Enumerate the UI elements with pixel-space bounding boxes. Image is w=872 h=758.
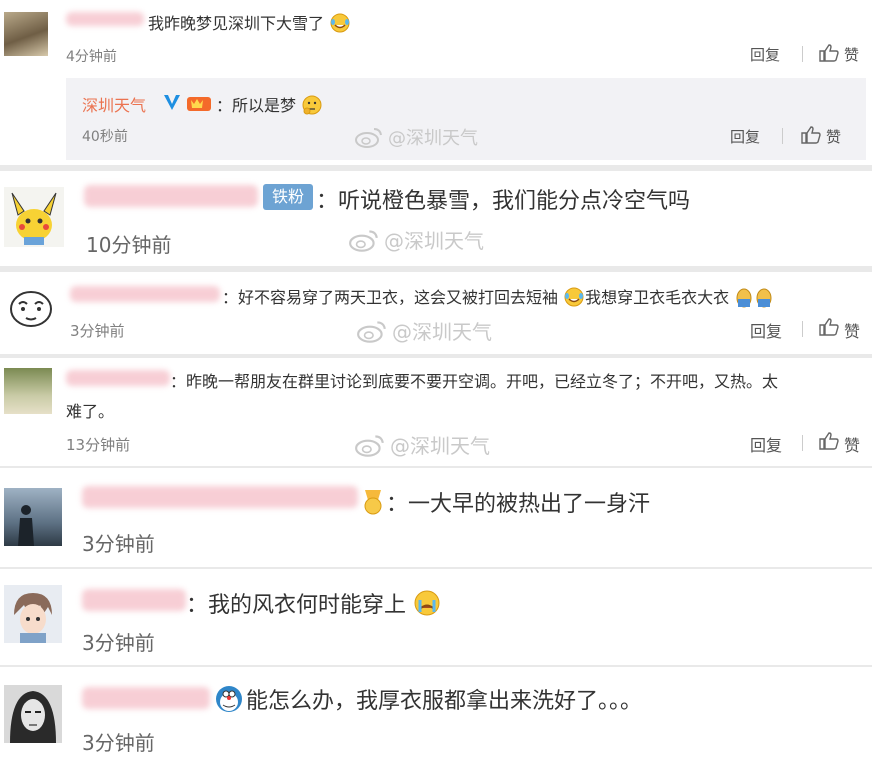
comment-text: ：我的风衣何时能穿上 [186,587,441,623]
doraemon-emoji-icon [212,684,246,720]
reply-button[interactable]: 回复 [750,432,782,456]
comment-text: ：昨晚一帮朋友在群里讨论到底要不要开空调。开吧，已经立冬了；不开吧，又热。太 [170,372,779,391]
avatar[interactable] [6,282,56,332]
like-button[interactable]: 赞 [844,432,860,456]
comment-time: 13分钟前 [66,436,131,454]
weibo-logo-icon [355,434,384,457]
laugh-cry-emoji-icon [563,287,585,311]
weibo-watermark: @深圳天气 [356,316,492,345]
comment-strip-6: ：我的风衣何时能穿上 3分钟前 [0,569,872,665]
weibo-logo-icon [357,320,386,343]
crying-emoji-icon [413,589,441,623]
anime-boy-avatar-icon [4,585,62,643]
weibo-watermark: @深圳天气 [354,124,478,150]
blurred-username [82,687,210,709]
comment-strip-3: ：好不容易穿了两天卫衣，这会又被打回去短袖 我想穿卫衣毛衣大衣 3分钟前 @深圳… [0,272,872,354]
comment-strip-4: ：昨晚一帮朋友在群里讨论到底要不要开空调。开吧，已经立冬了；不开吧，又热。太 难… [0,358,872,466]
medal-emoji-icon [360,488,386,522]
comment-text: ：听说橙色暴雪，我们能分点冷空气吗 [316,189,691,214]
weibo-logo-icon [349,229,378,252]
doodle-face-avatar-icon [6,282,56,332]
comment-time: 3分钟前 [82,532,155,556]
comment-time: 3分钟前 [82,631,155,655]
shivering-emoji-icon [734,286,774,312]
comment-time: 10分钟前 [86,233,172,257]
like-thumb-icon[interactable] [818,431,840,451]
avatar[interactable] [4,368,52,414]
blurred-username [84,185,258,207]
divider [802,46,803,62]
comment-text: ：好不容易穿了两天卫衣，这会又被打回去短袖 我想穿卫衣毛衣大衣 [222,284,774,312]
like-button[interactable]: 赞 [826,126,841,147]
reply-button[interactable]: 回复 [750,318,782,342]
blurred-username [82,589,186,611]
comment-strip-1: 我昨晚梦见深圳下大雪了 4分钟前 回复 赞 深圳天气 ：所以是梦 40秒前 @深… [0,0,872,165]
comment-text-line2: 难了。 [66,402,115,421]
member-crown-icon [187,97,211,111]
avatar[interactable] [4,12,48,56]
blurred-username [66,370,170,386]
avatar[interactable] [4,585,62,643]
laugh-cry-emoji-icon [329,13,351,37]
fan-badge: 铁粉 [263,184,313,210]
blurred-username [66,12,144,26]
reply-author-name[interactable]: 深圳天气 [82,92,146,116]
avatar[interactable] [4,187,64,247]
comment-text: 能怎么办，我厚衣服都拿出来洗好了。。。 [212,683,642,720]
like-button[interactable]: 赞 [844,44,859,65]
reply-button[interactable]: 回复 [730,126,760,147]
silhouette-avatar-icon [18,505,34,546]
comment-text: 我昨晚梦见深圳下大雪了 [148,10,351,37]
reply-box: 深圳天气 ：所以是梦 40秒前 @深圳天气 回复 赞 [66,78,866,160]
blurred-username [82,486,358,508]
like-thumb-icon[interactable] [818,317,840,337]
comment-text: ：一大早的被热出了一身汗 [360,486,650,522]
comment-time: 3分钟前 [82,731,155,755]
like-button[interactable]: 赞 [844,318,860,342]
weibo-watermark: @深圳天气 [354,430,490,459]
divider [802,435,803,451]
blurred-username [70,286,220,302]
weibo-logo-icon [355,128,382,148]
thinking-emoji-icon [301,94,323,120]
comment-time: 4分钟前 [66,49,117,65]
woman-portrait-avatar-icon [4,685,62,743]
divider [782,128,783,144]
reply-button[interactable]: 回复 [750,44,780,65]
verified-icon [164,95,180,110]
comment-time: 3分钟前 [70,322,125,340]
like-thumb-icon[interactable] [818,43,840,63]
reply-text: ：所以是梦 [216,92,323,120]
weibo-watermark: @深圳天气 [348,225,484,254]
comment-strip-2: 铁粉 ：听说橙色暴雪，我们能分点冷空气吗 10分钟前 @深圳天气 [0,171,872,266]
divider [802,321,803,337]
reply-time: 40秒前 [82,129,128,145]
avatar[interactable] [4,488,62,546]
avatar[interactable] [4,685,62,743]
like-thumb-icon[interactable] [800,125,822,145]
pikachu-avatar-icon [4,187,64,247]
comment-strip-7: 能怎么办，我厚衣服都拿出来洗好了。。。 3分钟前 [0,667,872,758]
comment-strip-5: ：一大早的被热出了一身汗 3分钟前 [0,468,872,567]
